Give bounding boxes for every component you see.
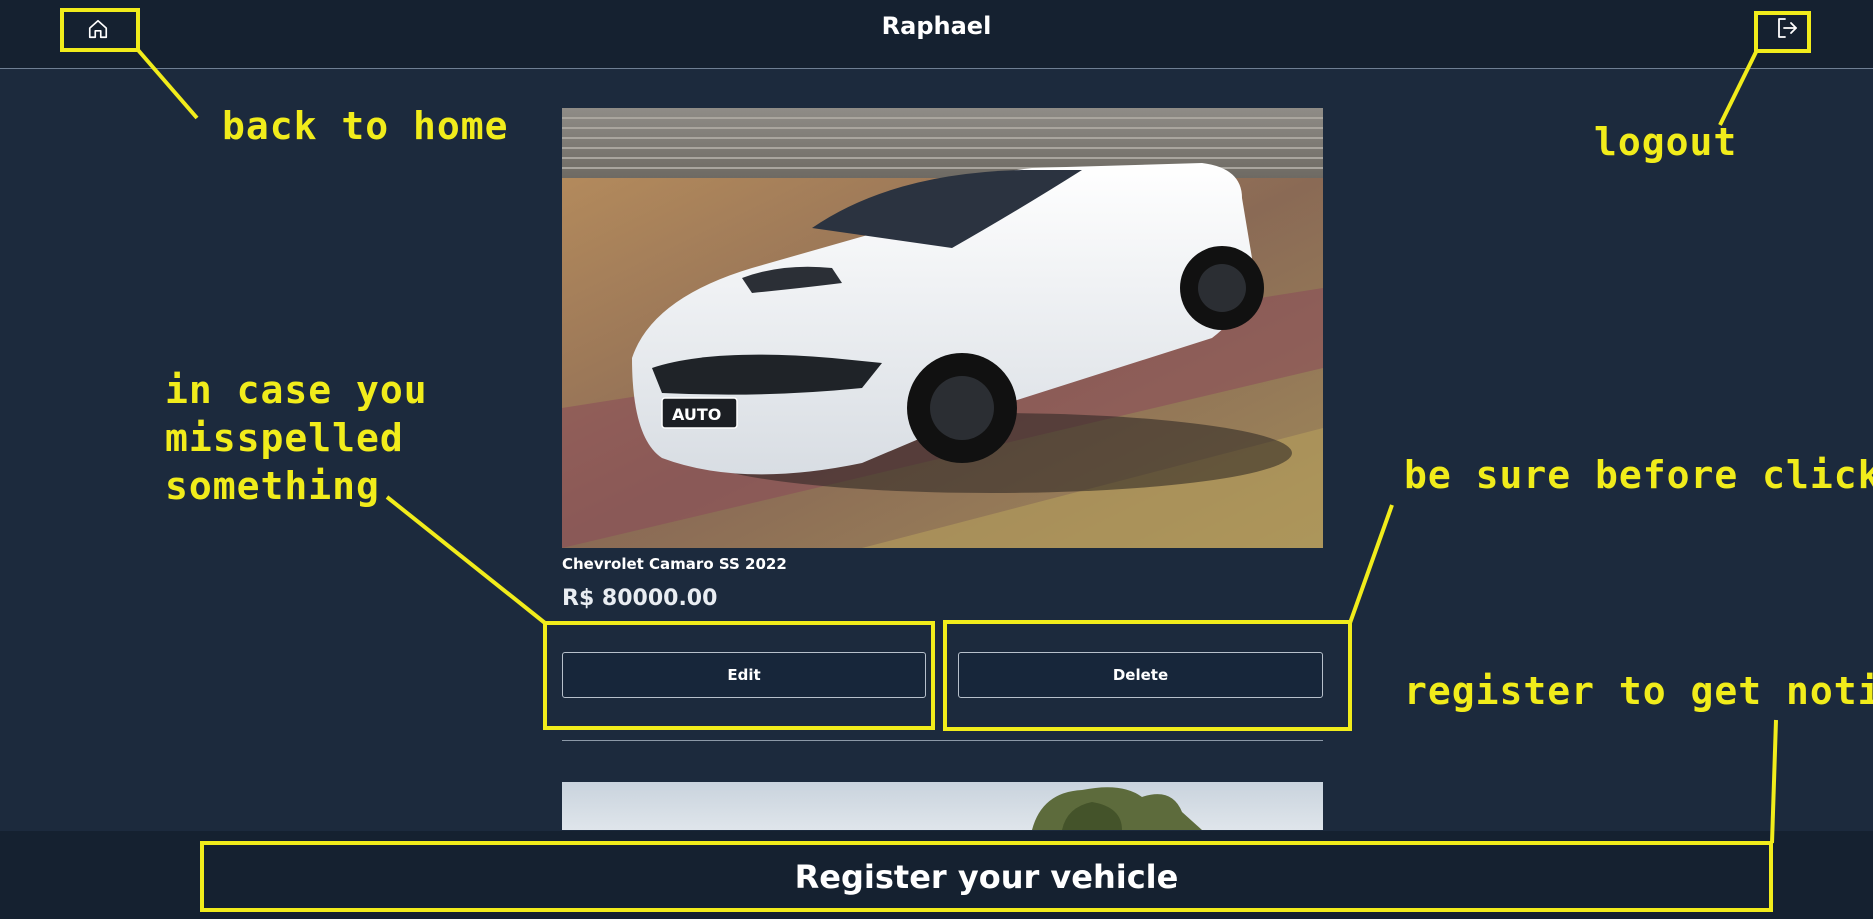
- annotation-delete: be sure before click it: [1404, 453, 1873, 497]
- home-icon: [88, 19, 108, 39]
- annotation-register: register to get noticed: [1404, 669, 1873, 713]
- annotation-logout: logout: [1594, 120, 1738, 164]
- logout-icon: [1778, 18, 1797, 38]
- annotation-edit-line2: misspelled: [165, 416, 404, 460]
- register-vehicle-button[interactable]: Register your vehicle: [200, 843, 1773, 911]
- license-plate: AUTO: [672, 405, 721, 424]
- annotation-home: back to home: [222, 104, 509, 148]
- vehicle-name: Chevrolet Camaro SS 2022: [562, 555, 787, 573]
- logout-button[interactable]: [1769, 10, 1805, 46]
- next-vehicle-photo: [562, 782, 1323, 830]
- page-title: Raphael: [881, 12, 992, 40]
- vehicle-price: R$ 80000.00: [562, 586, 718, 611]
- delete-button[interactable]: Delete: [958, 652, 1323, 698]
- listing-divider: [562, 740, 1323, 741]
- home-button[interactable]: [80, 11, 116, 47]
- annotation-edit-line3: something: [165, 464, 380, 508]
- vehicle-photo: AUTO: [562, 108, 1323, 548]
- annotation-edit-line1: in case you: [165, 368, 428, 412]
- edit-button[interactable]: Edit: [562, 652, 926, 698]
